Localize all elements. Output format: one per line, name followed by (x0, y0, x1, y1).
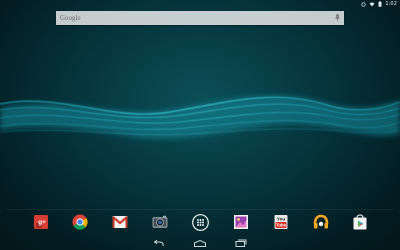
svg-text:You: You (277, 217, 285, 222)
camera-icon[interactable] (150, 212, 170, 232)
app-drawer-icon[interactable] (190, 212, 210, 232)
google-plus-icon[interactable]: g+ (31, 212, 51, 232)
play-music-icon[interactable] (311, 212, 331, 232)
svg-text:Tube: Tube (276, 223, 287, 228)
signal-icon (361, 1, 366, 7)
youtube-icon[interactable]: You Tube (271, 212, 291, 232)
home-icon[interactable] (193, 238, 207, 248)
gmail-icon[interactable] (110, 212, 130, 232)
back-icon[interactable] (152, 238, 166, 248)
wifi-icon (369, 2, 375, 7)
recents-icon[interactable] (234, 238, 248, 248)
search-label: Google (60, 14, 81, 22)
google-plus-label: g+ (38, 219, 46, 226)
chrome-icon[interactable] (70, 212, 90, 232)
google-search-bar[interactable]: Google (56, 11, 344, 25)
mic-icon[interactable] (333, 13, 341, 23)
battery-icon (378, 1, 382, 7)
play-store-icon[interactable] (350, 212, 370, 232)
clock-time: 1:02 (385, 1, 397, 7)
gallery-icon[interactable] (231, 212, 251, 232)
status-bar: 1:02 (0, 0, 400, 8)
